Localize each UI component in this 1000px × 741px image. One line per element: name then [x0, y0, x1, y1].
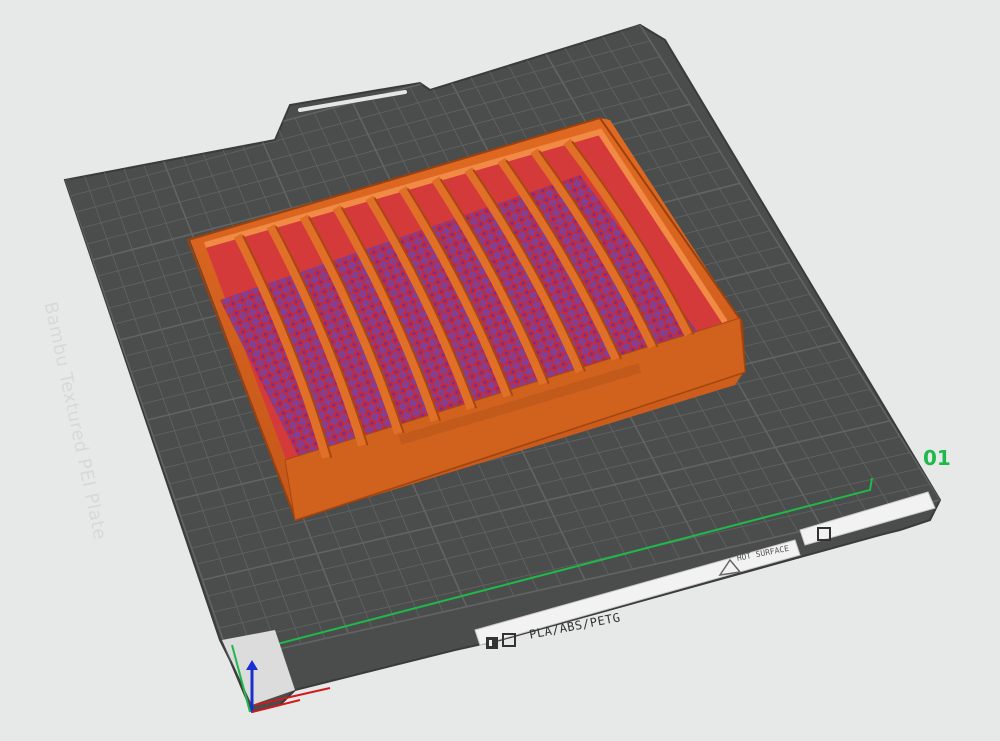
bambu-logo-icon	[486, 637, 498, 649]
3d-viewport[interactable]: Bambu Textured PEI Plate 01 PLA/ABS/PETG…	[0, 0, 1000, 741]
plate-number[interactable]: 01	[923, 446, 951, 470]
build-plate-scene[interactable]	[0, 0, 1000, 741]
